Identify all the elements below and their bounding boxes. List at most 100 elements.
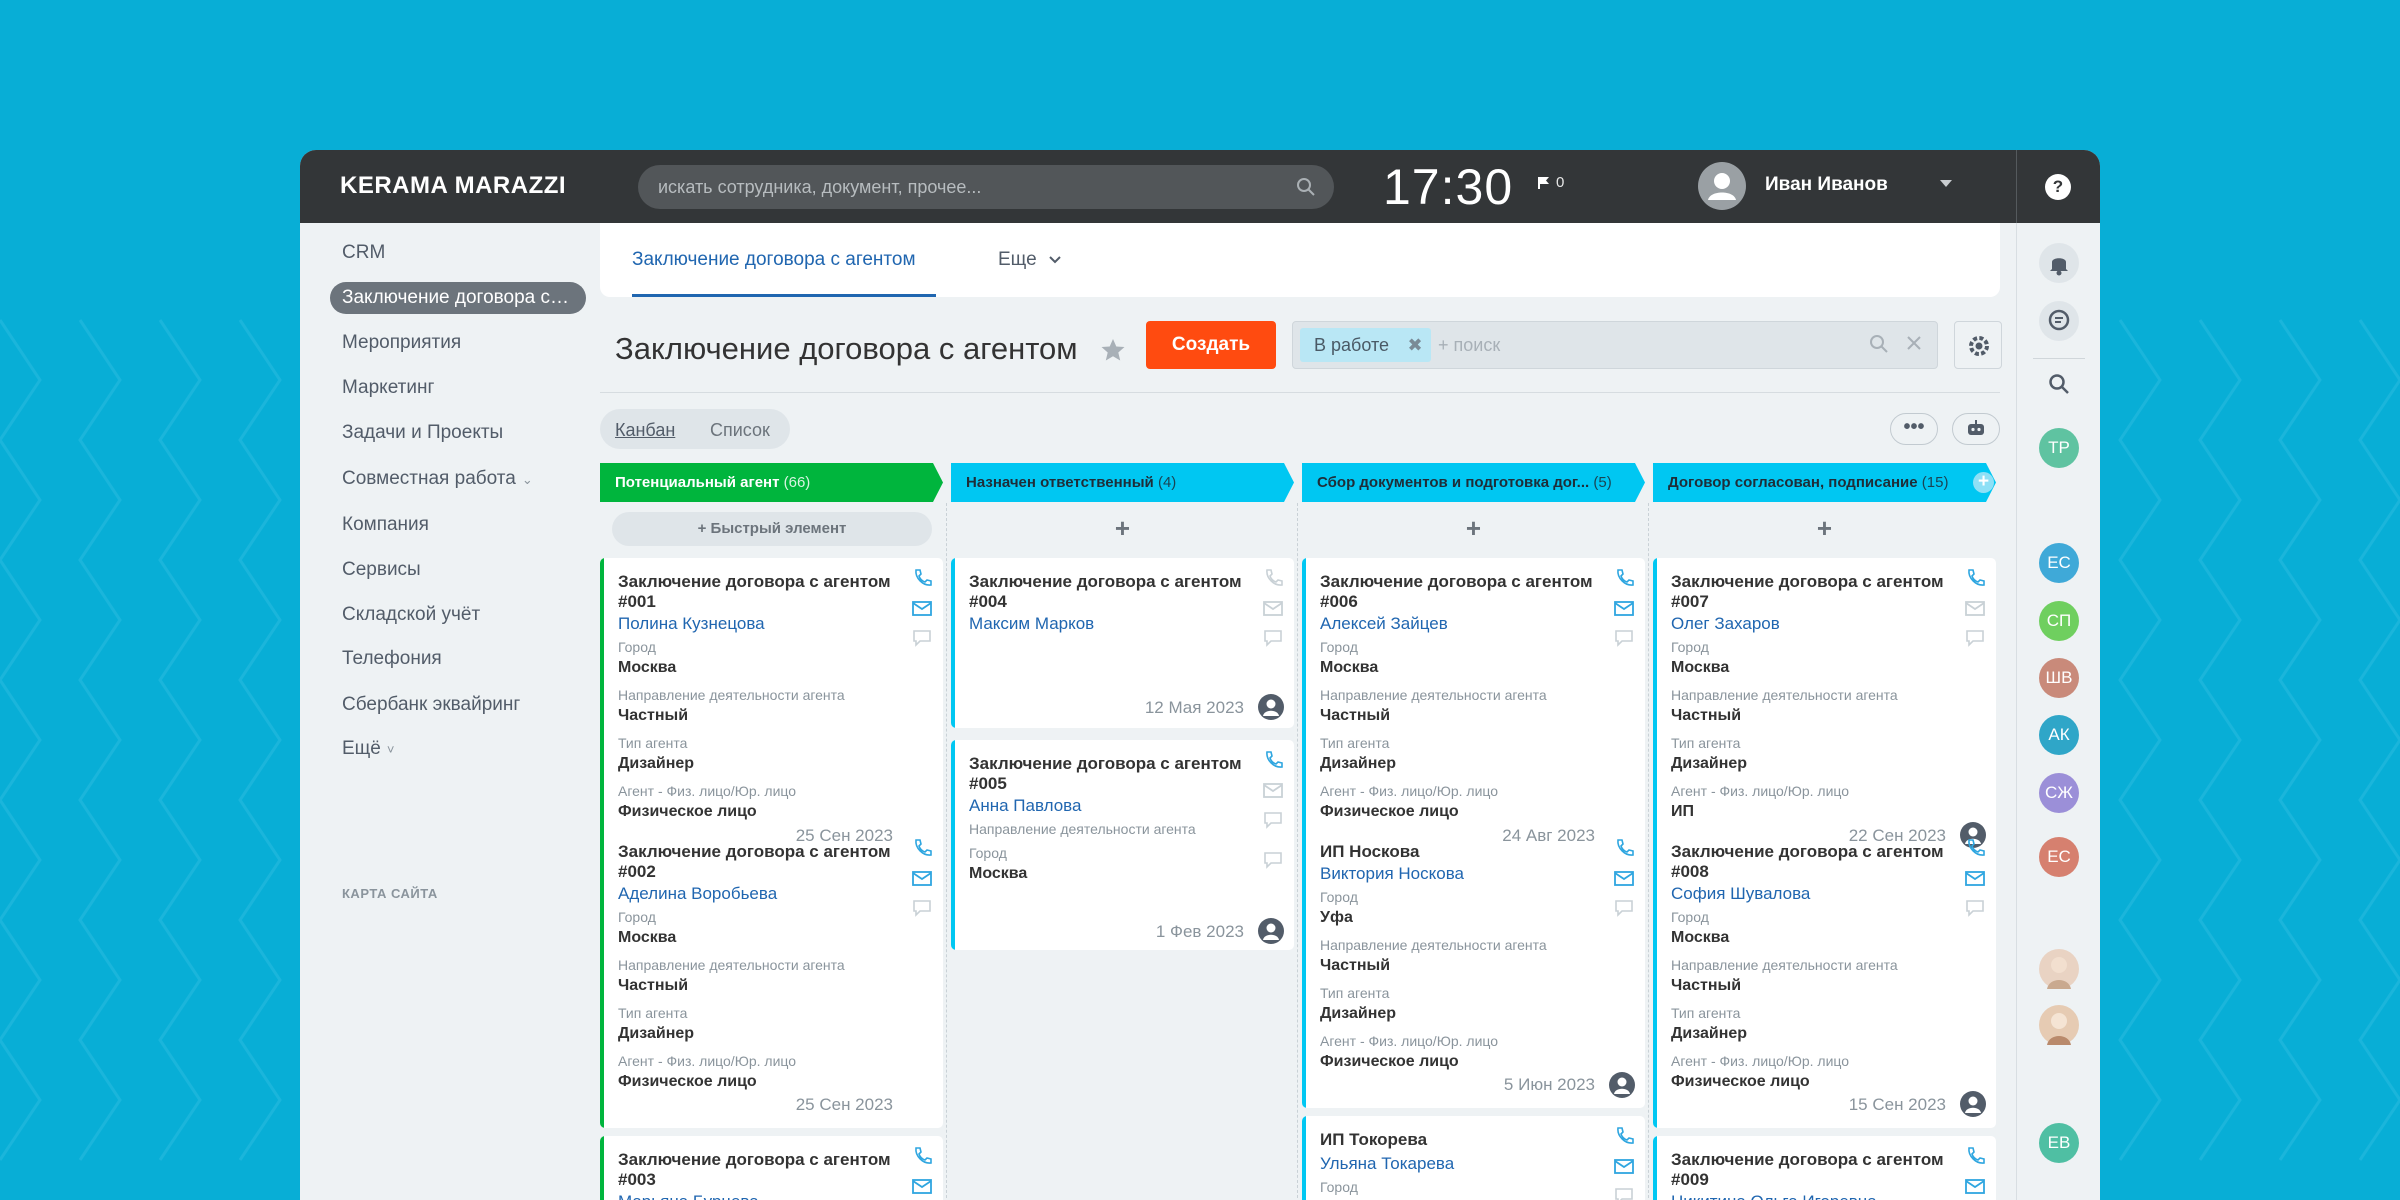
- card-client[interactable]: Аделина Воробьева: [618, 884, 777, 904]
- comment-icon[interactable]: [1613, 628, 1635, 648]
- phone-icon[interactable]: [1613, 1126, 1635, 1146]
- quick-add-button[interactable]: + Быстрый элемент: [612, 512, 932, 546]
- kanban-card[interactable]: Заключение договора с агентом #006 Алекс…: [1302, 558, 1645, 1108]
- card-title[interactable]: Заключение договора с агентом #003: [618, 1150, 898, 1190]
- contact-avatar[interactable]: ЕС: [2039, 837, 2079, 877]
- responsible-avatar[interactable]: [1258, 694, 1284, 720]
- filter-search-input[interactable]: + поиск: [1438, 335, 1500, 356]
- notifications-button[interactable]: [2039, 243, 2079, 283]
- kanban-card[interactable]: Заключение договора с агентом #001 Полин…: [600, 558, 943, 1128]
- card-client[interactable]: София Шувалова: [1671, 884, 1810, 904]
- user-avatar[interactable]: [1698, 162, 1746, 210]
- add-card-button[interactable]: +: [1302, 510, 1645, 546]
- email-icon[interactable]: [1262, 598, 1284, 618]
- column-header[interactable]: Потенциальный агент (66): [600, 463, 943, 502]
- column-header[interactable]: Назначен ответственный (4): [951, 463, 1294, 502]
- card-client[interactable]: Полина Кузнецова: [618, 614, 765, 634]
- responsible-avatar[interactable]: [1258, 918, 1284, 944]
- sidebar-item-company[interactable]: Компания: [330, 509, 441, 541]
- kanban-card[interactable]: Заключение договора с агентом #004 Макси…: [951, 558, 1294, 728]
- email-icon[interactable]: [911, 868, 933, 888]
- phone-icon[interactable]: [1262, 568, 1284, 588]
- card-title[interactable]: Заключение договора с агентом #009: [1671, 1150, 1951, 1190]
- sidebar-item-collaboration[interactable]: Совместная работа ⌄: [330, 463, 545, 495]
- card-title[interactable]: ИП Токорева: [1320, 1130, 1600, 1150]
- comment-icon[interactable]: [1613, 898, 1635, 918]
- filter-tag[interactable]: В работе ✖: [1300, 328, 1432, 362]
- contact-avatar[interactable]: ЕВ: [2039, 1123, 2079, 1163]
- kanban-card[interactable]: ИП Токорева Ульяна Токарева Город: [1302, 1116, 1645, 1200]
- create-button[interactable]: Создать: [1146, 321, 1276, 369]
- comment-icon[interactable]: [1262, 850, 1284, 870]
- sidebar-item-telephony[interactable]: Телефония: [330, 643, 454, 675]
- help-button[interactable]: ?: [2045, 174, 2071, 200]
- column-header[interactable]: Сбор документов и подготовка дог... (5): [1302, 463, 1645, 502]
- email-icon[interactable]: [1964, 598, 1986, 618]
- phone-icon[interactable]: [1613, 838, 1635, 858]
- phone-icon[interactable]: [911, 568, 933, 588]
- phone-icon[interactable]: [1964, 568, 1986, 588]
- card-client[interactable]: Олег Захаров: [1671, 614, 1780, 634]
- add-card-button[interactable]: +: [1653, 510, 1996, 546]
- more-button[interactable]: •••: [1890, 413, 1938, 445]
- search-icon[interactable]: [1296, 177, 1316, 197]
- email-icon[interactable]: [1964, 868, 1986, 888]
- sidebar-item-services[interactable]: Сервисы: [330, 554, 433, 586]
- card-title[interactable]: Заключение договора с агентом #007: [1671, 572, 1951, 612]
- phone-icon[interactable]: [911, 1146, 933, 1166]
- star-icon[interactable]: [1100, 337, 1126, 363]
- contact-avatar[interactable]: ЕС: [2039, 543, 2079, 583]
- card-title[interactable]: Заключение договора с агентом #006: [1320, 572, 1600, 612]
- card-title[interactable]: Заключение договора с агентом #008: [1671, 842, 1951, 882]
- sidebar-item-marketing[interactable]: Маркетинг: [330, 372, 446, 404]
- sitemap-link[interactable]: КАРТА САЙТА: [342, 886, 438, 901]
- card-client[interactable]: Марьяна Бурцева: [618, 1192, 759, 1200]
- flag-counter[interactable]: 0: [1538, 174, 1564, 191]
- sidebar-item-tasks[interactable]: Задачи и Проекты: [330, 417, 515, 449]
- comment-icon[interactable]: [1262, 810, 1284, 830]
- tab-agent-contract[interactable]: Заключение договора с агентом: [632, 249, 916, 271]
- responsible-avatar[interactable]: [1609, 1072, 1635, 1098]
- search-icon[interactable]: [1869, 334, 1889, 354]
- contact-photo-avatar[interactable]: [2039, 1005, 2079, 1045]
- kanban-card[interactable]: Заключение договора с агентом #009 Никит…: [1653, 1136, 1996, 1200]
- chevron-down-icon[interactable]: [1940, 180, 1952, 188]
- view-list[interactable]: Список: [710, 420, 770, 441]
- comment-icon[interactable]: [1613, 1186, 1635, 1200]
- global-search[interactable]: [638, 165, 1334, 209]
- sidebar-item-more[interactable]: Ещё ˅: [330, 733, 406, 765]
- responsible-avatar[interactable]: [1960, 1091, 1986, 1117]
- comment-icon[interactable]: [1964, 628, 1986, 648]
- sidebar-item-crm[interactable]: CRM: [330, 237, 397, 269]
- card-client[interactable]: Алексей Зайцев: [1320, 614, 1448, 634]
- comment-icon[interactable]: [1964, 898, 1986, 918]
- card-client[interactable]: Никитина Ольга Игоревна: [1671, 1192, 1877, 1200]
- card-client[interactable]: Анна Павлова: [969, 796, 1081, 816]
- contact-avatar[interactable]: ТР: [2039, 428, 2079, 468]
- card-client[interactable]: Виктория Носкова: [1320, 864, 1464, 884]
- kanban-card[interactable]: Заключение договора с агентом #005 Анна …: [951, 740, 1294, 950]
- sidebar-item-agent-contract[interactable]: Заключение договора с агентом: [330, 282, 586, 314]
- filter-search[interactable]: В работе ✖ + поиск: [1292, 321, 1938, 369]
- card-title[interactable]: Заключение договора с агентом #004: [969, 572, 1249, 612]
- kanban-card[interactable]: Заключение договора с агентом #007 Олег …: [1653, 558, 1996, 1128]
- contact-photo-avatar[interactable]: [2039, 949, 2079, 989]
- email-icon[interactable]: [1613, 598, 1635, 618]
- add-card-button[interactable]: +: [951, 510, 1294, 546]
- user-name[interactable]: Иван Иванов: [1765, 174, 1888, 196]
- comment-icon[interactable]: [1262, 628, 1284, 648]
- tab-more[interactable]: Еще: [998, 249, 1062, 271]
- search-icon[interactable]: [2048, 373, 2070, 395]
- column-header[interactable]: Договор согласован, подписание (15) +: [1653, 463, 1996, 502]
- card-client[interactable]: Максим Марков: [969, 614, 1094, 634]
- email-icon[interactable]: [911, 1176, 933, 1196]
- phone-icon[interactable]: [1964, 838, 1986, 858]
- comment-icon[interactable]: [911, 628, 933, 648]
- contact-avatar[interactable]: СП: [2039, 601, 2079, 641]
- robots-button[interactable]: [1952, 413, 2000, 445]
- sidebar-item-sberbank[interactable]: Сбербанк эквайринг: [330, 689, 532, 721]
- email-icon[interactable]: [1262, 780, 1284, 800]
- brand-logo[interactable]: KERAMA MARAZZI: [340, 172, 566, 200]
- clock[interactable]: 17:30: [1383, 158, 1513, 216]
- contact-avatar[interactable]: АК: [2039, 715, 2079, 755]
